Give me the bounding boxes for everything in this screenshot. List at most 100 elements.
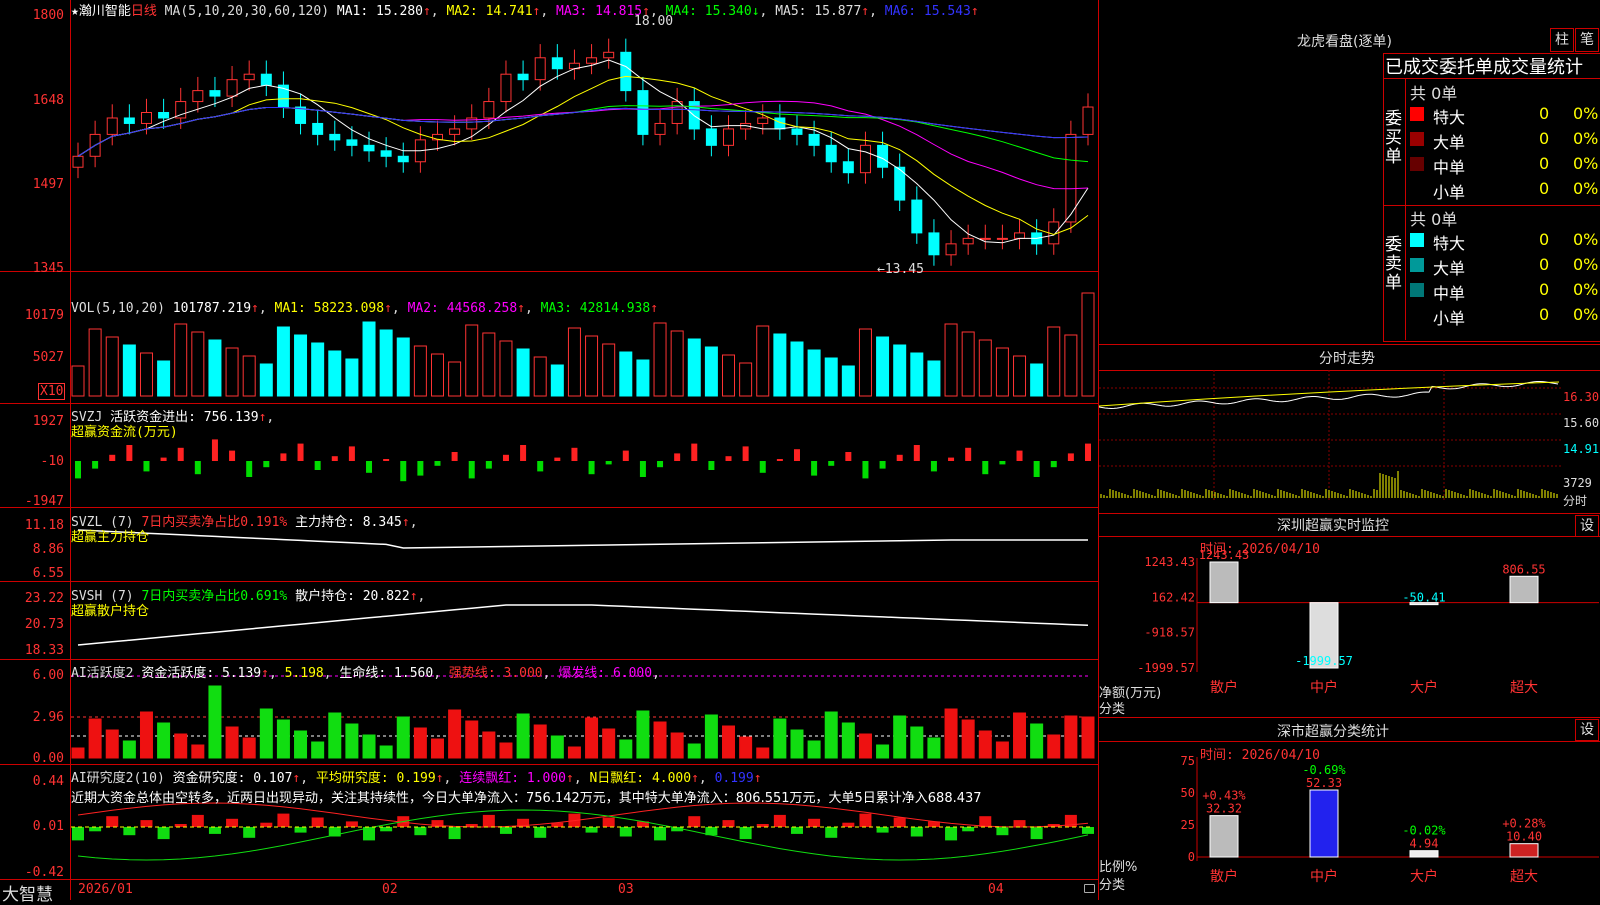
order-count: 0 [1539, 179, 1550, 198]
vol-title: VOL(5,10,20) [71, 301, 165, 316]
research-bar [722, 820, 735, 827]
candle-body [517, 73, 529, 81]
activity-bar [157, 722, 171, 759]
flow-bar [143, 461, 150, 472]
order-label: 中单 [1433, 284, 1466, 303]
research-bar [106, 816, 119, 827]
kline-y-label: 1648 [32, 93, 64, 108]
fenshi-price-label: 16.30 [1563, 390, 1600, 404]
category-bar [1509, 575, 1539, 604]
activity-bar [841, 722, 855, 759]
sz-stats-settings-button[interactable]: 设 [1575, 719, 1599, 741]
volume-bar [773, 333, 787, 397]
bi-button[interactable]: 笔 [1575, 28, 1599, 52]
flow-bar [520, 445, 527, 461]
activity-bar [722, 725, 736, 759]
panel-divider [0, 403, 1099, 404]
volume-bar [910, 352, 924, 397]
activity-bar [927, 737, 941, 759]
ma-line [77, 107, 1089, 157]
order-color-swatch [1410, 132, 1424, 146]
research-bar [962, 827, 975, 832]
order-pct: 0% [1573, 280, 1599, 299]
research-bar [294, 827, 307, 833]
lock-icon[interactable] [1084, 884, 1095, 893]
flow-bar [913, 445, 920, 461]
candle-body [928, 232, 940, 256]
stats-header: 已成交委托单成交量统计 [1385, 57, 1583, 78]
category-label: 大户 [1410, 679, 1438, 696]
volume-bar [157, 360, 171, 397]
sz-monitor-chart[interactable]: 1243.43 散户 -1999.57 中户 -50.41 大户 806.55 超大 1243.… [1099, 536, 1600, 716]
flow-bar [92, 461, 99, 469]
sz-settings-button[interactable]: 设 [1575, 515, 1599, 537]
period-label[interactable]: 日线 [131, 4, 157, 19]
high-price-mark: 18.00 [634, 14, 674, 29]
candle-body [226, 79, 238, 97]
svzj-subtitle: 超赢资金流(万元) [71, 425, 178, 440]
research-bar [945, 827, 958, 841]
activity-bar [944, 708, 958, 759]
volume-bar [533, 356, 547, 397]
flow-bar [537, 461, 544, 472]
volume-bar [653, 322, 667, 397]
research-bar [1082, 827, 1094, 834]
candle-body [380, 150, 392, 157]
ai2-label1: 资金研究度: 0.107 [172, 771, 293, 786]
ai2-y-label: 0.01 [32, 819, 64, 834]
research-green-line [77, 809, 1089, 861]
panel-divider [0, 879, 1099, 880]
activity-bar [122, 740, 136, 759]
ma-line [77, 107, 1089, 157]
candle-body [500, 73, 512, 103]
flow-bar [263, 461, 270, 468]
ma5-value: MA5: 15.877 [775, 4, 862, 19]
flow-bar [776, 459, 783, 461]
research-bar [842, 822, 855, 827]
activity-bar [174, 733, 188, 759]
volume-bar [1047, 326, 1061, 397]
kline-chart-area[interactable]: ★瀚川智能日线 MA(5,10,20,30,60,120) MA1: 15.28… [0, 0, 1099, 905]
volume-bar [636, 359, 650, 397]
sz-stats-y-label: 50 [1181, 786, 1195, 800]
research-bar [602, 817, 615, 827]
ai2-label4: N日飘红: 4.000 [589, 771, 692, 786]
ai2-label5: 0.199 [714, 771, 754, 786]
volume-bar [174, 323, 188, 397]
activity-bar [379, 745, 393, 759]
activity-bar [978, 730, 992, 759]
volume-bar [876, 336, 890, 397]
bar-value-label: 806.55 [1502, 562, 1545, 576]
sz-stats-chart[interactable]: 32.32 散户 52.33 中户 4.94 大户 10.40 超大 75 50 25 0 +0.43%… [1099, 741, 1600, 901]
volume-bar [1030, 363, 1044, 397]
flow-bar [502, 454, 509, 461]
sz-y-label: 162.42 [1152, 590, 1195, 604]
bar-value-label: 4.94 [1410, 837, 1439, 851]
buy-side-label: 委买单 [1385, 109, 1402, 167]
ai2-y-label: -0.42 [24, 865, 64, 880]
volume-bar [71, 365, 85, 397]
candle-body [671, 101, 683, 124]
candle-body [449, 128, 461, 135]
research-bar [739, 827, 752, 840]
activity-bar [516, 713, 530, 759]
volume-bar [516, 348, 530, 397]
activity-bar [550, 735, 564, 759]
zhu-button[interactable]: 柱 [1550, 28, 1574, 52]
stock-name[interactable]: ★瀚川智能 [71, 4, 131, 19]
flow-bar [1085, 443, 1091, 461]
flow-bar [605, 461, 612, 465]
flow-bar [742, 446, 749, 461]
sz-y-label: 1243.43 [1144, 555, 1195, 569]
order-pct: 0% [1573, 230, 1599, 249]
flow-bar [1050, 461, 1057, 468]
change-label: +0.28% [1502, 817, 1546, 831]
volume-bar [294, 334, 308, 397]
sz-stats-y-label: 25 [1181, 818, 1195, 832]
panel-divider [0, 581, 1099, 582]
vol-y-label: 5027 [32, 350, 64, 365]
order-label: 小单 [1433, 309, 1466, 328]
flow-bar [554, 457, 561, 461]
fenshi-chart[interactable] [1099, 370, 1600, 515]
candle-body [1014, 232, 1026, 239]
